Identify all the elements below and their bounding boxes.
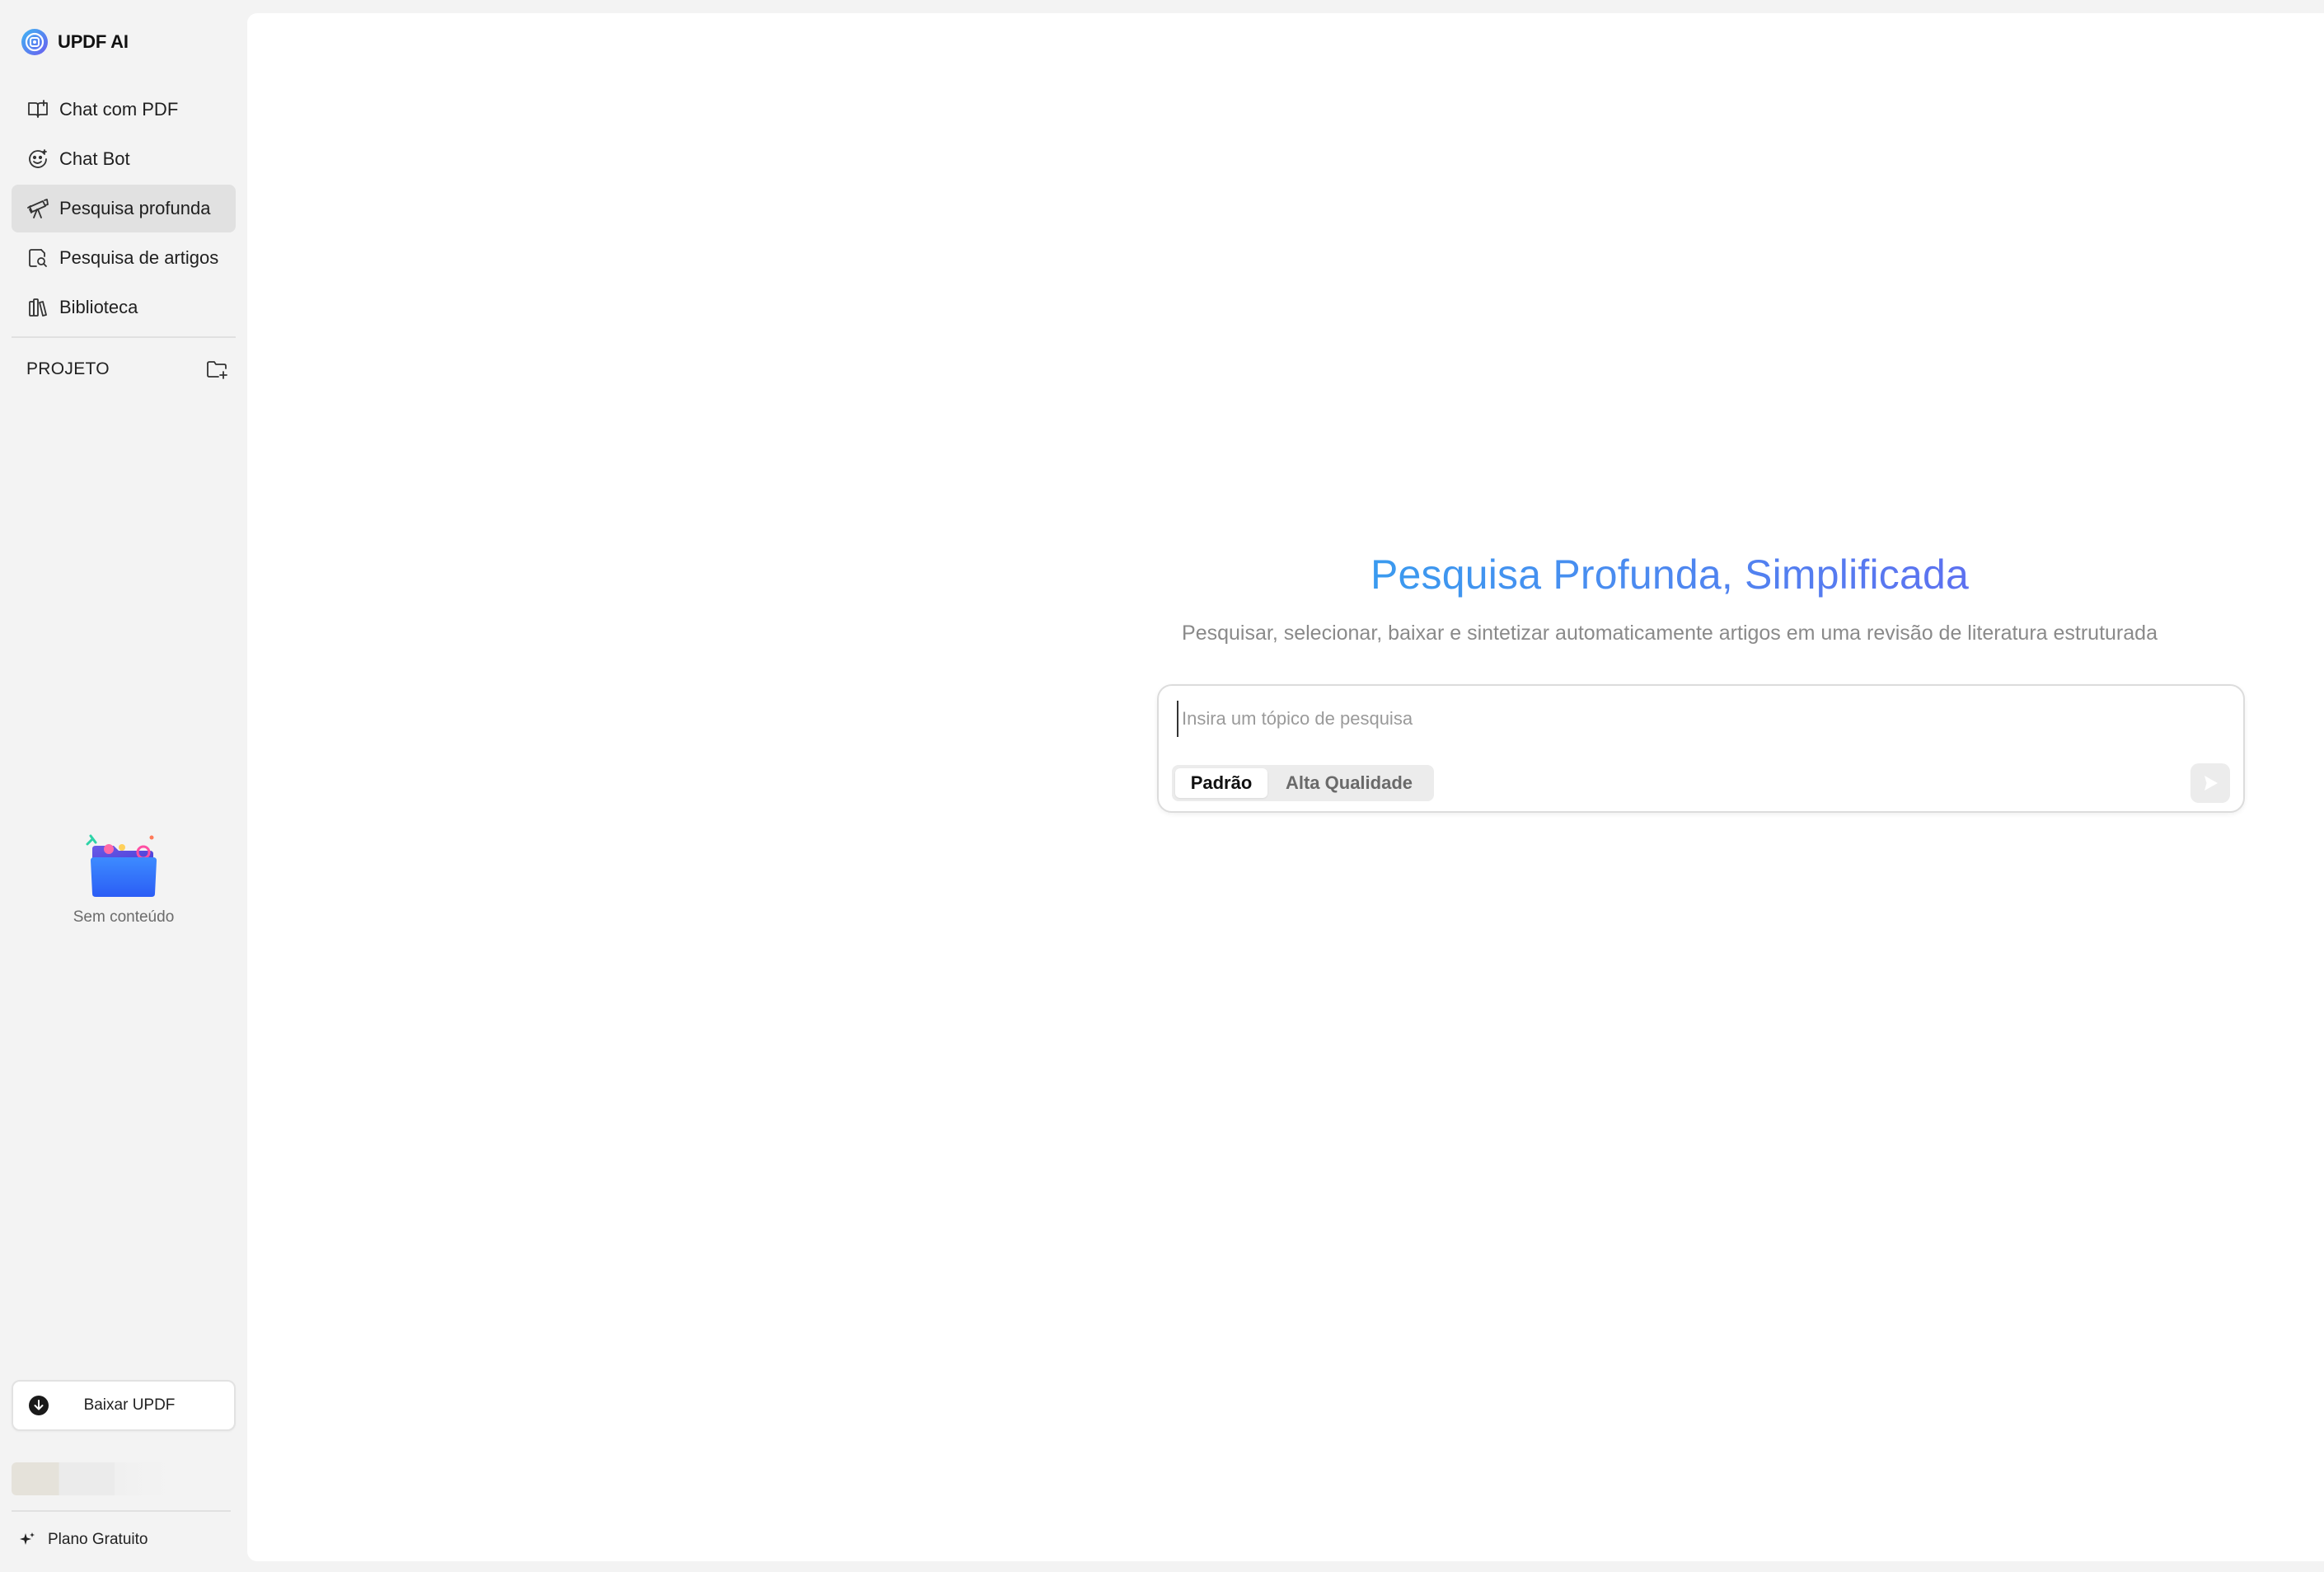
sidebar-item-library[interactable]: Biblioteca: [12, 284, 236, 331]
brand-name: UPDF AI: [58, 31, 129, 52]
mode-high-quality-button[interactable]: Alta Qualidade: [1267, 768, 1431, 798]
user-account-redacted[interactable]: [12, 1462, 170, 1495]
app-window: UPDF AI Chat com PDF Chat Bot Pesquisa p…: [0, 0, 2324, 1572]
updf-logo-icon: [21, 29, 48, 55]
empty-folder-illustration-icon: [86, 834, 157, 897]
plan-button[interactable]: Plano Gratuito: [18, 1527, 148, 1553]
sidebar-divider: [12, 336, 236, 338]
project-label: PROJETO: [26, 359, 110, 378]
research-topic-input[interactable]: [1177, 701, 2166, 737]
plan-label: Plano Gratuito: [48, 1531, 148, 1548]
telescope-icon: [26, 197, 49, 220]
sidebar-item-label: Biblioteca: [59, 297, 138, 317]
sidebar-item-chat-bot[interactable]: Chat Bot: [12, 135, 236, 183]
send-button[interactable]: [2190, 763, 2230, 803]
hero-title-wrapper: Pesquisa Profunda, Simplificada: [247, 551, 2324, 598]
empty-state: Sem conteúdo: [49, 831, 198, 927]
sidebar: UPDF AI Chat com PDF Chat Bot Pesquisa p…: [0, 0, 246, 1572]
sparkle-icon: [18, 1531, 36, 1549]
sidebar-item-label: Pesquisa de artigos: [59, 247, 219, 268]
sidebar-item-label: Chat Bot: [59, 148, 130, 169]
sidebar-nav: Chat com PDF Chat Bot Pesquisa profunda …: [12, 86, 236, 333]
sidebar-item-label: Pesquisa profunda: [59, 198, 211, 218]
new-folder-button[interactable]: [204, 357, 229, 382]
project-header: PROJETO: [26, 353, 229, 386]
book-open-icon: [26, 98, 49, 121]
document-search-icon: [26, 246, 49, 270]
sidebar-item-deep-research[interactable]: Pesquisa profunda: [12, 185, 236, 232]
sidebar-divider-bottom: [12, 1510, 231, 1512]
page-subtitle: Pesquisar, selecionar, baixar e sintetiz…: [1182, 622, 2158, 645]
quality-mode-toggle: Padrão Alta Qualidade: [1172, 765, 1434, 801]
bot-face-icon: [26, 148, 49, 171]
folder-plus-icon: [207, 361, 227, 379]
send-arrow-icon: [2205, 776, 2218, 791]
download-updf-button[interactable]: Baixar UPDF: [12, 1380, 236, 1431]
page-title: Pesquisa Profunda, Simplificada: [1126, 551, 2214, 598]
mode-standard-button[interactable]: Padrão: [1175, 768, 1267, 798]
sidebar-item-chat-pdf[interactable]: Chat com PDF: [12, 86, 236, 134]
sidebar-item-article-search[interactable]: Pesquisa de artigos: [12, 234, 236, 282]
research-input-box: Padrão Alta Qualidade: [1157, 684, 2245, 813]
main-panel: Pesquisa Profunda, Simplificada Pesquisa…: [247, 13, 2324, 1561]
empty-text: Sem conteúdo: [73, 908, 175, 926]
sidebar-item-label: Chat com PDF: [59, 99, 179, 120]
download-label: Baixar UPDF: [83, 1396, 176, 1414]
library-icon: [26, 296, 49, 319]
download-icon: [28, 1395, 49, 1416]
brand[interactable]: UPDF AI: [20, 26, 129, 58]
